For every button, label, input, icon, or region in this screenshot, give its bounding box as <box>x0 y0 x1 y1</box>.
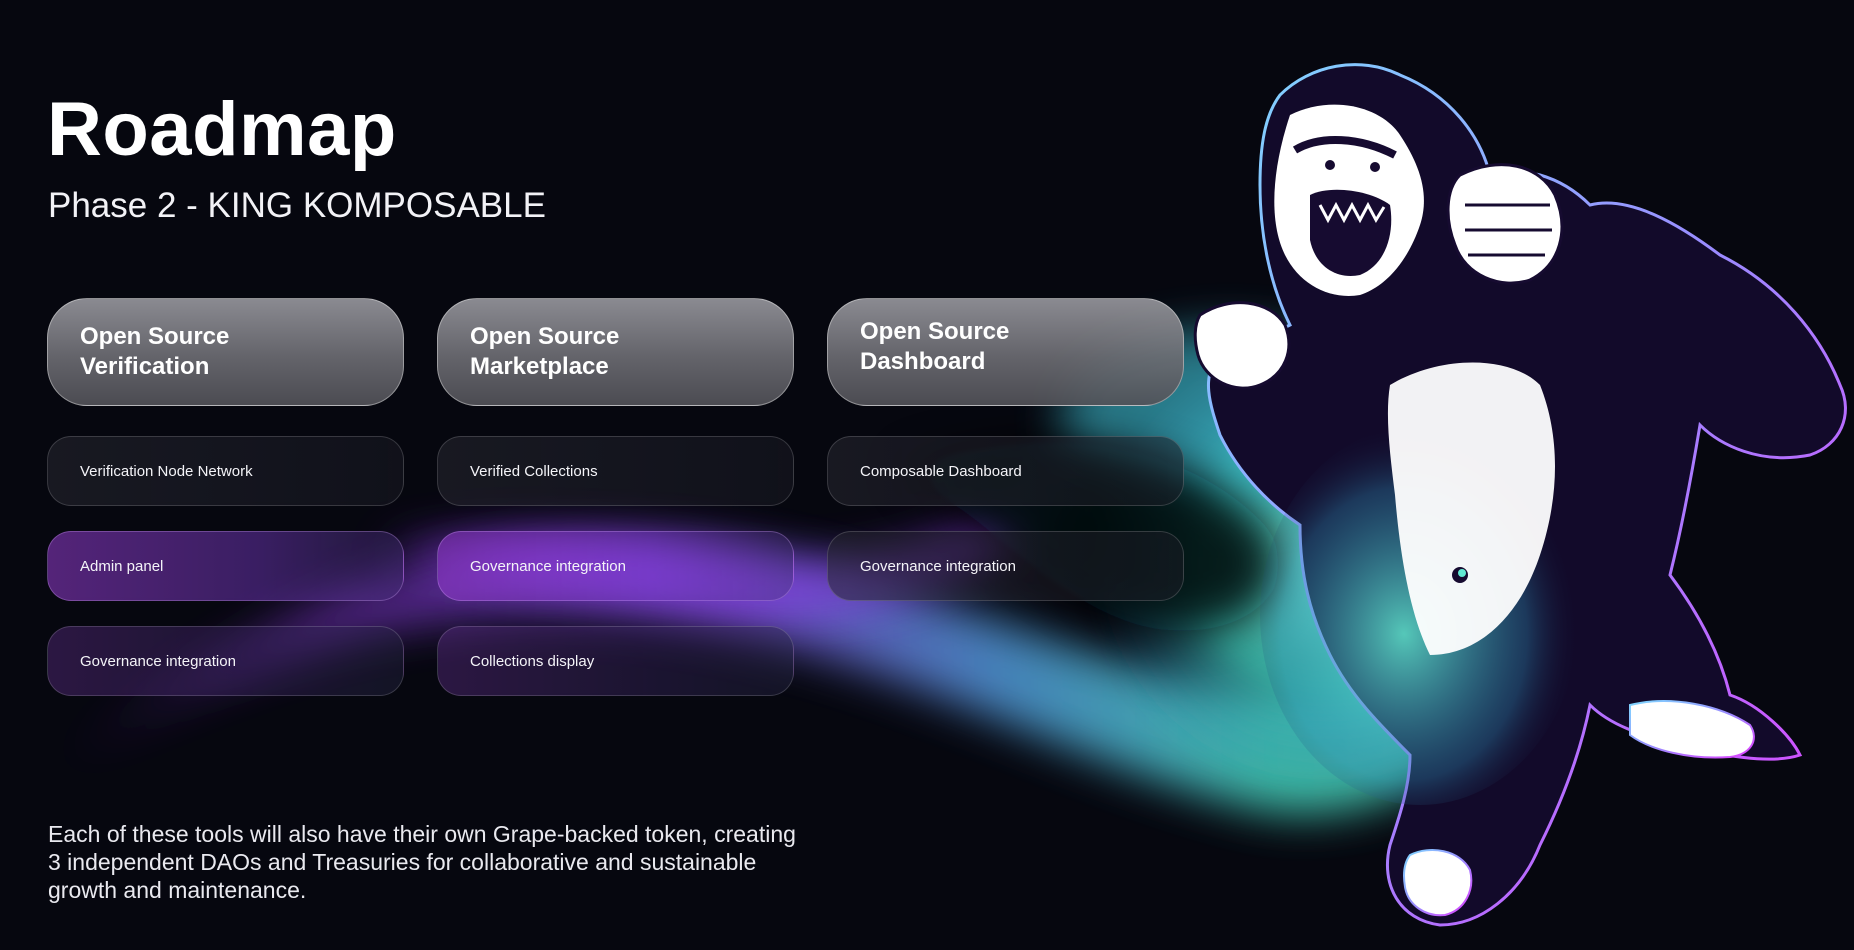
roadmap-item-label: Governance integration <box>80 652 236 670</box>
column-heading: Open Source Dashboard <box>860 318 1010 375</box>
roadmap-item: Verification Node Network <box>47 436 404 506</box>
roadmap-item-label: Collections display <box>470 652 595 670</box>
roadmap-item: Governance integration <box>47 626 404 696</box>
roadmap-item-label: Composable Dashboard <box>860 462 1022 480</box>
roadmap-slide: Roadmap Phase 2 - KING KOMPOSABLE Open S… <box>0 0 1854 950</box>
roadmap-item: Governance integration <box>827 531 1184 601</box>
page-title: Roadmap <box>47 87 397 172</box>
column-items: Verification Node Network Admin panel Go… <box>47 436 404 696</box>
column-dashboard: Open Source Dashboard Composable Dashboa… <box>827 298 1184 601</box>
roadmap-item-label: Verification Node Network <box>80 462 253 480</box>
roadmap-item-label: Governance integration <box>860 557 1016 575</box>
column-header: Open Source Verification <box>47 298 404 406</box>
page-subtitle: Phase 2 - KING KOMPOSABLE <box>48 186 546 225</box>
roadmap-item-label: Admin panel <box>80 557 164 575</box>
column-items: Composable Dashboard Governance integrat… <box>827 436 1184 601</box>
roadmap-item: Verified Collections <box>437 436 794 506</box>
roadmap-item-label: Verified Collections <box>470 462 598 480</box>
roadmap-item-label: Governance integration <box>470 557 626 575</box>
roadmap-item: Governance integration <box>437 531 794 601</box>
column-header: Open Source Marketplace <box>437 298 794 406</box>
column-items: Verified Collections Governance integrat… <box>437 436 794 696</box>
column-marketplace: Open Source Marketplace Verified Collect… <box>437 298 794 696</box>
footer-description: Each of these tools will also have their… <box>48 821 796 903</box>
roadmap-item: Collections display <box>437 626 794 696</box>
column-verification: Open Source Verification Verification No… <box>47 298 404 696</box>
column-heading: Open Source Verification <box>80 323 230 380</box>
column-header: Open Source Dashboard <box>827 298 1184 406</box>
roadmap-item: Composable Dashboard <box>827 436 1184 506</box>
column-heading: Open Source Marketplace <box>470 323 620 380</box>
gorilla-icon <box>1193 63 1847 927</box>
roadmap-item: Admin panel <box>47 531 404 601</box>
